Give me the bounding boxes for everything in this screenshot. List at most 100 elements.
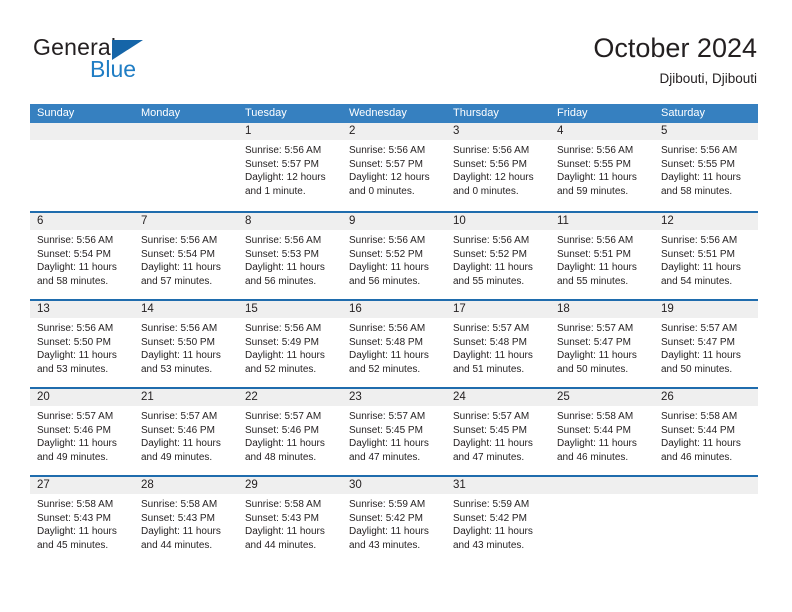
calendar-day-cell[interactable]: 20 Sunrise: 5:57 AM Sunset: 5:46 PM Dayligh… (30, 389, 134, 475)
calendar-day-cell[interactable]: 27 Sunrise: 5:58 AM Sunset: 5:43 PM Dayligh… (30, 477, 134, 563)
calendar-day-cell[interactable]: 6 Sunrise: 5:56 AM Sunset: 5:54 PM Daylight… (30, 213, 134, 299)
calendar-day-cell[interactable]: 30 Sunrise: 5:59 AM Sunset: 5:42 PM Dayligh… (342, 477, 446, 563)
calendar-day-cell[interactable]: 15 Sunrise: 5:56 AM Sunset: 5:49 PM Dayligh… (238, 301, 342, 387)
sunset-text: Sunset: 5:42 PM (453, 512, 527, 524)
sunrise-text: Sunrise: 5:57 AM (557, 323, 634, 334)
page-header: General Blue October 2024 Djibouti, Djib… (0, 0, 792, 96)
daylight-text-line2: and 46 minutes. (557, 451, 629, 463)
sunrise-text: Sunrise: 5:57 AM (661, 323, 738, 334)
day-number-band: 29 (238, 477, 342, 494)
calendar-day-cell-empty (550, 477, 654, 563)
day-sun-info: Sunrise: 5:57 AM Sunset: 5:45 PM Daylight:… (446, 406, 550, 464)
day-number-band (134, 123, 238, 140)
calendar-day-cell[interactable]: 7 Sunrise: 5:56 AM Sunset: 5:54 PM Daylight… (134, 213, 238, 299)
calendar-day-cell[interactable]: 2 Sunrise: 5:56 AM Sunset: 5:57 PM Daylight… (342, 123, 446, 211)
sunset-text: Sunset: 5:50 PM (141, 336, 215, 348)
day-number: 13 (37, 303, 50, 315)
daylight-text-line1: Daylight: 11 hours (349, 262, 429, 273)
day-sun-info: Sunrise: 5:56 AM Sunset: 5:53 PM Daylight:… (238, 230, 342, 288)
day-number: 20 (37, 391, 50, 403)
sunset-text: Sunset: 5:49 PM (245, 336, 319, 348)
sunrise-text: Sunrise: 5:57 AM (453, 411, 530, 422)
calendar-day-cell[interactable]: 8 Sunrise: 5:56 AM Sunset: 5:53 PM Daylight… (238, 213, 342, 299)
daylight-text-line2: and 49 minutes. (37, 451, 109, 463)
calendar-day-cell[interactable]: 19 Sunrise: 5:57 AM Sunset: 5:47 PM Dayligh… (654, 301, 758, 387)
calendar-day-cell[interactable]: 23 Sunrise: 5:57 AM Sunset: 5:45 PM Dayligh… (342, 389, 446, 475)
calendar-day-cell[interactable]: 17 Sunrise: 5:57 AM Sunset: 5:48 PM Dayligh… (446, 301, 550, 387)
calendar-day-cell[interactable]: 10 Sunrise: 5:56 AM Sunset: 5:52 PM Dayligh… (446, 213, 550, 299)
calendar-day-cell[interactable]: 22 Sunrise: 5:57 AM Sunset: 5:46 PM Dayligh… (238, 389, 342, 475)
daylight-text-line1: Daylight: 11 hours (453, 350, 533, 361)
day-number: 8 (245, 215, 252, 227)
day-number-band: 26 (654, 389, 758, 406)
sunset-text: Sunset: 5:57 PM (245, 158, 319, 170)
day-number-band: 21 (134, 389, 238, 406)
calendar-day-cell[interactable]: 14 Sunrise: 5:56 AM Sunset: 5:50 PM Dayligh… (134, 301, 238, 387)
sunset-text: Sunset: 5:46 PM (245, 424, 319, 436)
daylight-text-line1: Daylight: 11 hours (557, 262, 637, 273)
calendar-day-cell[interactable]: 26 Sunrise: 5:58 AM Sunset: 5:44 PM Dayligh… (654, 389, 758, 475)
sunset-text: Sunset: 5:53 PM (245, 248, 319, 260)
daylight-text-line2: and 0 minutes. (453, 185, 519, 197)
sunrise-text: Sunrise: 5:57 AM (141, 411, 218, 422)
sunrise-text: Sunrise: 5:56 AM (453, 235, 530, 246)
sunrise-text: Sunrise: 5:58 AM (37, 499, 114, 510)
daylight-text-line2: and 54 minutes. (661, 275, 733, 287)
calendar-day-cell[interactable]: 25 Sunrise: 5:58 AM Sunset: 5:44 PM Dayligh… (550, 389, 654, 475)
calendar-day-cell[interactable]: 29 Sunrise: 5:58 AM Sunset: 5:43 PM Dayligh… (238, 477, 342, 563)
sunset-text: Sunset: 5:47 PM (557, 336, 631, 348)
calendar-day-cell[interactable]: 4 Sunrise: 5:56 AM Sunset: 5:55 PM Daylight… (550, 123, 654, 211)
daylight-text-line2: and 58 minutes. (661, 185, 733, 197)
calendar-day-cell[interactable]: 11 Sunrise: 5:56 AM Sunset: 5:51 PM Dayligh… (550, 213, 654, 299)
day-number-band (550, 477, 654, 494)
day-sun-info: Sunrise: 5:56 AM Sunset: 5:57 PM Daylight:… (238, 140, 342, 198)
sunrise-text: Sunrise: 5:59 AM (453, 499, 530, 510)
day-number-band: 15 (238, 301, 342, 318)
daylight-text-line2: and 43 minutes. (453, 539, 525, 551)
day-sun-info: Sunrise: 5:56 AM Sunset: 5:54 PM Daylight:… (30, 230, 134, 288)
weekday-header-row: Sunday Monday Tuesday Wednesday Thursday… (30, 104, 758, 123)
calendar-day-cell[interactable]: 12 Sunrise: 5:56 AM Sunset: 5:51 PM Dayligh… (654, 213, 758, 299)
sunset-text: Sunset: 5:57 PM (349, 158, 423, 170)
day-number: 17 (453, 303, 466, 315)
daylight-text-line1: Daylight: 11 hours (245, 262, 325, 273)
calendar-day-cell[interactable]: 16 Sunrise: 5:56 AM Sunset: 5:48 PM Dayligh… (342, 301, 446, 387)
sunrise-text: Sunrise: 5:56 AM (557, 145, 634, 156)
day-number: 31 (453, 479, 466, 491)
calendar-day-cell[interactable]: 1 Sunrise: 5:56 AM Sunset: 5:57 PM Daylight… (238, 123, 342, 211)
day-sun-info: Sunrise: 5:56 AM Sunset: 5:50 PM Daylight:… (30, 318, 134, 376)
daylight-text-line2: and 1 minute. (245, 185, 306, 197)
daylight-text-line2: and 47 minutes. (349, 451, 421, 463)
day-sun-info: Sunrise: 5:57 AM Sunset: 5:46 PM Daylight:… (134, 406, 238, 464)
calendar-day-cell[interactable]: 28 Sunrise: 5:58 AM Sunset: 5:43 PM Dayligh… (134, 477, 238, 563)
day-number-band: 13 (30, 301, 134, 318)
calendar-table: Sunday Monday Tuesday Wednesday Thursday… (30, 104, 758, 563)
weekday-header-monday: Monday (141, 107, 181, 119)
calendar-day-cell[interactable]: 13 Sunrise: 5:56 AM Sunset: 5:50 PM Dayligh… (30, 301, 134, 387)
day-sun-info: Sunrise: 5:57 AM Sunset: 5:45 PM Daylight:… (342, 406, 446, 464)
day-number-band: 23 (342, 389, 446, 406)
daylight-text-line1: Daylight: 11 hours (37, 350, 117, 361)
sunrise-text: Sunrise: 5:56 AM (245, 235, 322, 246)
calendar-day-cell[interactable]: 3 Sunrise: 5:56 AM Sunset: 5:56 PM Daylight… (446, 123, 550, 211)
daylight-text-line2: and 56 minutes. (245, 275, 317, 287)
calendar-day-cell[interactable]: 18 Sunrise: 5:57 AM Sunset: 5:47 PM Dayligh… (550, 301, 654, 387)
daylight-text-line2: and 44 minutes. (141, 539, 213, 551)
day-number-band: 11 (550, 213, 654, 230)
day-number-band: 31 (446, 477, 550, 494)
day-number-band: 20 (30, 389, 134, 406)
daylight-text-line2: and 59 minutes. (557, 185, 629, 197)
calendar-day-cell[interactable]: 21 Sunrise: 5:57 AM Sunset: 5:46 PM Dayligh… (134, 389, 238, 475)
weekday-header-wednesday: Wednesday (349, 107, 407, 119)
calendar-day-cell[interactable]: 9 Sunrise: 5:56 AM Sunset: 5:52 PM Daylight… (342, 213, 446, 299)
day-sun-info: Sunrise: 5:56 AM Sunset: 5:49 PM Daylight:… (238, 318, 342, 376)
calendar-day-cell[interactable]: 31 Sunrise: 5:59 AM Sunset: 5:42 PM Dayligh… (446, 477, 550, 563)
calendar-day-cell[interactable]: 5 Sunrise: 5:56 AM Sunset: 5:55 PM Daylight… (654, 123, 758, 211)
day-number: 12 (661, 215, 674, 227)
calendar-day-cell[interactable]: 24 Sunrise: 5:57 AM Sunset: 5:45 PM Dayligh… (446, 389, 550, 475)
sunset-text: Sunset: 5:46 PM (141, 424, 215, 436)
sunset-text: Sunset: 5:54 PM (141, 248, 215, 260)
daylight-text-line2: and 44 minutes. (245, 539, 317, 551)
day-number-band: 25 (550, 389, 654, 406)
weekday-header-sunday: Sunday (37, 107, 75, 119)
